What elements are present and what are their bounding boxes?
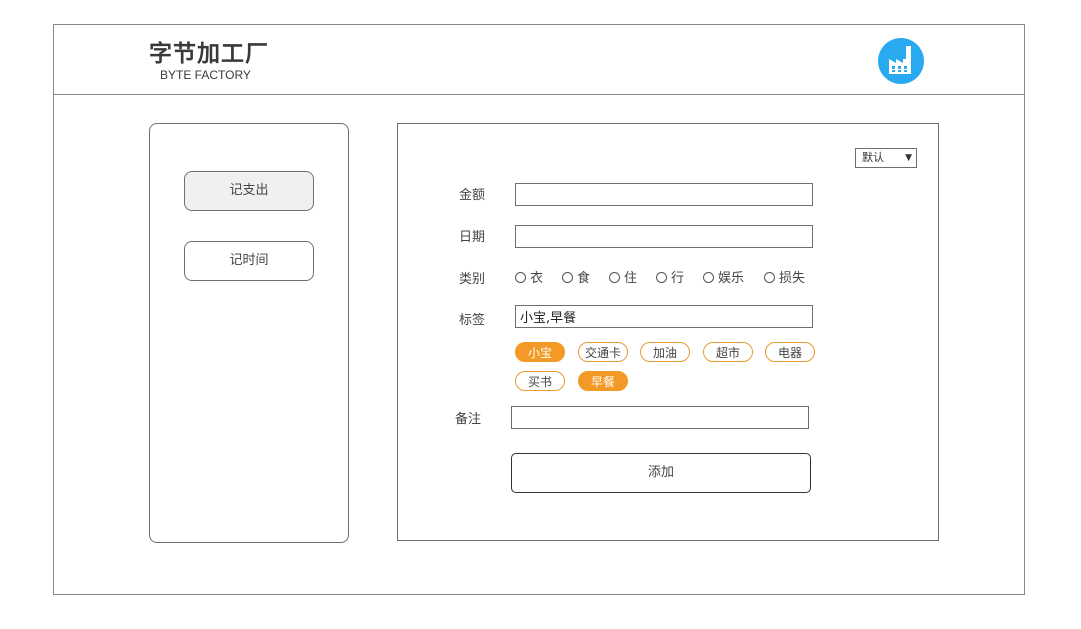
mode-select[interactable]: 默认 ▼ bbox=[855, 148, 917, 168]
category-option-clothing[interactable]: 衣 bbox=[515, 270, 543, 288]
category-option-transport[interactable]: 行 bbox=[656, 270, 684, 288]
tag-chip[interactable]: 早餐 bbox=[578, 371, 628, 391]
date-input[interactable] bbox=[515, 225, 813, 248]
category-option-food[interactable]: 食 bbox=[562, 270, 590, 288]
category-option-label: 衣 bbox=[530, 271, 544, 286]
radio-circle-icon bbox=[656, 272, 667, 283]
note-input[interactable] bbox=[511, 406, 809, 429]
chevron-down-icon: ▼ bbox=[905, 153, 912, 163]
add-button[interactable]: 添加 bbox=[511, 453, 811, 493]
tags-input[interactable] bbox=[515, 305, 813, 328]
app-frame: 字节加工厂 BYTE FACTORY 记支出 记时间 默认 ▼ 金额 日期 类别… bbox=[53, 24, 1025, 595]
amount-label: 金额 bbox=[459, 188, 486, 203]
tags-label: 标签 bbox=[459, 313, 486, 328]
category-label: 类别 bbox=[459, 272, 486, 287]
sidebar: 记支出 记时间 bbox=[149, 123, 349, 543]
amount-input[interactable] bbox=[515, 183, 813, 206]
date-label: 日期 bbox=[459, 230, 486, 245]
brand-title: 字节加工厂 bbox=[149, 41, 269, 67]
category-option-label: 住 bbox=[624, 271, 638, 286]
note-label: 备注 bbox=[455, 412, 482, 427]
category-option-label: 损失 bbox=[779, 271, 806, 286]
radio-circle-icon bbox=[562, 272, 573, 283]
tag-chip[interactable]: 交通卡 bbox=[578, 342, 628, 362]
radio-circle-icon bbox=[609, 272, 620, 283]
tag-chip[interactable]: 小宝 bbox=[515, 342, 565, 362]
category-option-housing[interactable]: 住 bbox=[609, 270, 637, 288]
tag-chip[interactable]: 电器 bbox=[765, 342, 815, 362]
radio-circle-icon bbox=[703, 272, 714, 283]
brand-subtitle: BYTE FACTORY bbox=[160, 68, 251, 82]
factory-icon[interactable] bbox=[878, 38, 924, 84]
sidebar-item-time[interactable]: 记时间 bbox=[184, 241, 314, 281]
category-option-label: 娱乐 bbox=[718, 271, 745, 286]
tag-chip[interactable]: 买书 bbox=[515, 371, 565, 391]
category-option-loss[interactable]: 损失 bbox=[764, 270, 805, 288]
tag-chip[interactable]: 加油 bbox=[640, 342, 690, 362]
category-option-label: 食 bbox=[577, 271, 591, 286]
radio-circle-icon bbox=[515, 272, 526, 283]
category-option-label: 行 bbox=[671, 271, 685, 286]
tag-chip[interactable]: 超市 bbox=[703, 342, 753, 362]
header: 字节加工厂 BYTE FACTORY bbox=[54, 25, 1024, 95]
sidebar-item-expense[interactable]: 记支出 bbox=[184, 171, 314, 211]
expense-form-panel: 默认 ▼ 金额 日期 类别 衣 食 住 行 娱乐 损失 标签 小宝 交通卡 加油… bbox=[397, 123, 939, 541]
radio-circle-icon bbox=[764, 272, 775, 283]
category-option-entertainment[interactable]: 娱乐 bbox=[703, 270, 744, 288]
mode-select-value: 默认 bbox=[862, 151, 884, 164]
